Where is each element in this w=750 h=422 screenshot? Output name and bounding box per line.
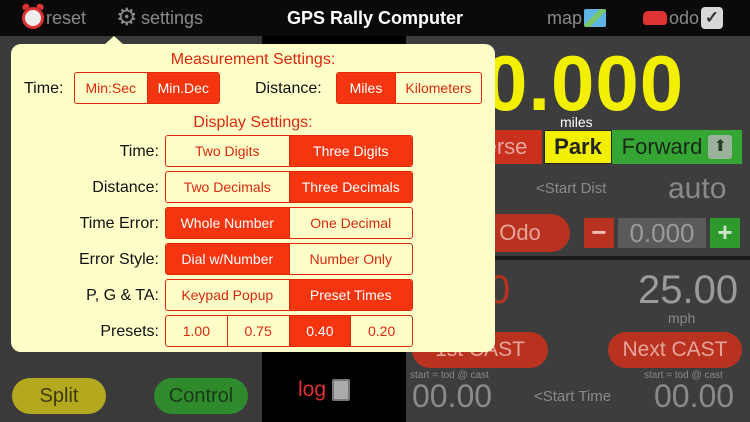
auto-label: auto — [668, 172, 727, 205]
speed-unit: mph — [668, 310, 696, 326]
forward-button[interactable]: Forward ⬆ — [612, 130, 742, 164]
measurement-time-label: Time: — [24, 80, 64, 97]
map-button[interactable]: map — [547, 0, 607, 36]
option-whole-number[interactable]: Whole Number — [166, 208, 289, 238]
option-dial-with-number[interactable]: Dial w/Number — [166, 244, 289, 274]
pg-ta-segmented: Keypad Popup Preset Times — [165, 279, 413, 311]
measurement-settings-title: Measurement Settings: — [170, 51, 336, 68]
odo-plus-button[interactable]: + — [710, 218, 740, 248]
arrow-up-icon: ⬆ — [708, 135, 733, 159]
time-readout-right: 00.00 — [654, 378, 735, 414]
start-dist-label: <Start Dist — [536, 180, 607, 197]
measurement-distance-segmented: Miles Kilometers — [336, 72, 482, 104]
option-preset-0-20[interactable]: 0.20 — [350, 316, 412, 346]
option-min-sec[interactable]: Min:Sec — [75, 73, 147, 103]
option-number-only[interactable]: Number Only — [288, 244, 413, 274]
option-miles[interactable]: Miles — [337, 73, 395, 103]
display-time-segmented: Two Digits Three Digits — [165, 135, 413, 167]
measurement-distance-label: Distance: — [255, 80, 322, 97]
option-preset-times[interactable]: Preset Times — [288, 280, 412, 310]
option-two-decimals[interactable]: Two Decimals — [166, 172, 289, 202]
settings-popover: Measurement Settings: Time: Min:Sec Min.… — [11, 44, 495, 352]
clipboard-icon — [332, 379, 351, 401]
option-three-decimals[interactable]: Three Decimals — [288, 172, 412, 202]
log-label: log — [298, 378, 327, 401]
display-distance-segmented: Two Decimals Three Decimals — [165, 171, 413, 203]
option-two-digits[interactable]: Two Digits — [166, 136, 289, 166]
time-error-segmented: Whole Number One Decimal — [165, 207, 413, 239]
car-icon — [643, 11, 667, 25]
measurement-time-segmented: Min:Sec Min.Dec — [74, 72, 220, 104]
option-min-dec[interactable]: Min.Dec — [146, 73, 219, 103]
odo-value: 0.000 — [618, 218, 706, 248]
odo-minus-button[interactable]: − — [584, 218, 614, 248]
next-cast-button[interactable]: Next CAST — [608, 332, 742, 368]
park-button[interactable]: Park — [544, 130, 612, 164]
app-title: GPS Rally Computer — [286, 8, 464, 28]
error-style-label: Error Style: — [78, 251, 159, 268]
odo-label: odo — [669, 7, 700, 28]
presets-label: Presets: — [100, 323, 159, 340]
checkbox-icon: ✓ — [701, 7, 724, 29]
distance-unit: miles — [560, 114, 593, 130]
display-distance-label: Distance: — [92, 179, 159, 196]
option-preset-1-00[interactable]: 1.00 — [166, 316, 227, 346]
forward-label: Forward — [621, 134, 703, 159]
top-bar: reset ⚙ settings GPS Rally Computer map … — [0, 0, 750, 36]
presets-segmented: 1.00 0.75 0.40 0.20 — [165, 315, 413, 347]
option-three-digits[interactable]: Three Digits — [288, 136, 412, 166]
speed-readout: 25.00 — [638, 268, 739, 312]
option-one-decimal[interactable]: One Decimal — [288, 208, 413, 238]
time-readout-left: 00.00 — [412, 378, 493, 414]
time-error-label: Time Error: — [79, 215, 159, 232]
map-label: map — [547, 7, 583, 28]
option-kilometers[interactable]: Kilometers — [395, 73, 481, 103]
control-button[interactable]: Control — [154, 378, 248, 414]
display-settings-title: Display Settings: — [193, 114, 313, 131]
option-preset-0-40[interactable]: 0.40 — [288, 316, 351, 346]
display-time-label: Time: — [119, 143, 159, 160]
odo-toggle[interactable]: odo ✓ — [643, 0, 724, 36]
start-time-label: <Start Time — [534, 388, 612, 405]
split-button[interactable]: Split — [12, 378, 106, 414]
option-keypad-popup[interactable]: Keypad Popup — [166, 280, 289, 310]
log-button[interactable]: log — [298, 378, 351, 402]
error-style-segmented: Dial w/Number Number Only — [165, 243, 413, 275]
map-icon — [584, 9, 607, 27]
pg-ta-label: P, G & TA: — [86, 287, 159, 304]
option-preset-0-75[interactable]: 0.75 — [226, 316, 289, 346]
